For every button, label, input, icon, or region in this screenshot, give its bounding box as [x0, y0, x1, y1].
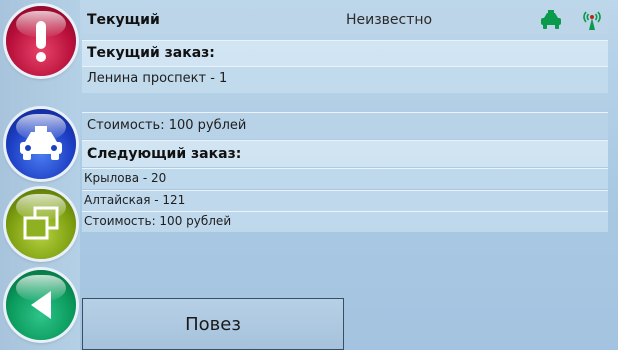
- page-title: Текущий: [87, 12, 160, 28]
- alert-button[interactable]: [6, 6, 76, 76]
- app-screen: Текущий Неизвестно Текущий заказ: Ленина…: [0, 0, 618, 350]
- next-order-label: Следующий заказ:: [87, 146, 242, 162]
- next-order-address-from: Крылова - 20: [84, 171, 167, 185]
- current-order-address: Ленина проспект - 1: [87, 71, 228, 86]
- taxi-icon: [20, 126, 62, 160]
- current-order-label: Текущий заказ:: [87, 45, 215, 61]
- current-order-cost: Стоимость: 100 рублей: [87, 118, 247, 133]
- status-text: Неизвестно: [346, 12, 433, 28]
- go-button[interactable]: Повез: [82, 298, 344, 350]
- back-button[interactable]: [6, 270, 76, 340]
- windows-icon: [23, 206, 59, 240]
- alert-icon: [36, 21, 46, 62]
- signal-icon: [583, 11, 601, 30]
- next-order-cost: Стоимость: 100 рублей: [84, 214, 232, 228]
- windows-button[interactable]: [6, 189, 76, 259]
- header-bar: [82, 4, 608, 34]
- taxi-button[interactable]: [6, 109, 76, 179]
- taxi-status-icon: [541, 10, 561, 29]
- back-arrow-icon: [31, 291, 51, 319]
- next-order-address-to: Алтайская - 121: [84, 193, 186, 207]
